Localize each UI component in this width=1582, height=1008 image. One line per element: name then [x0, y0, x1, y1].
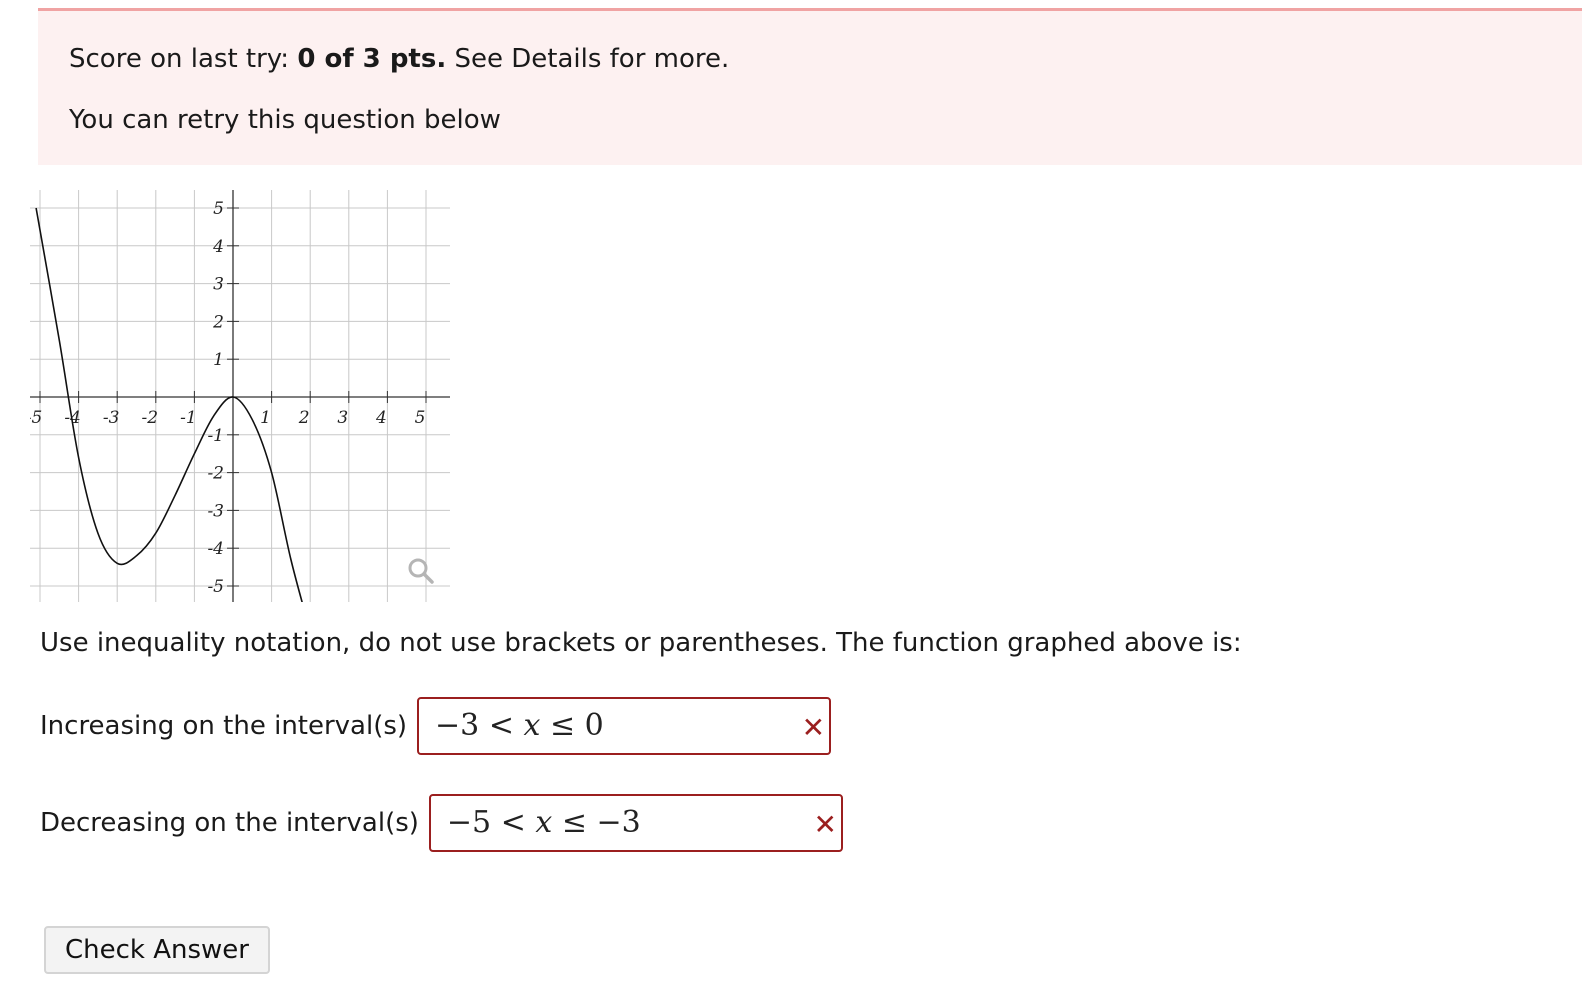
increasing-op1: <: [479, 708, 524, 743]
x-tick-label: -5: [30, 408, 42, 428]
y-tick-label: -2: [207, 464, 224, 484]
decreasing-lower: −5: [446, 805, 492, 840]
x-tick-label: 1: [260, 408, 271, 428]
increasing-answer-field[interactable]: −3 < x ≤ 0 ✕: [417, 697, 832, 755]
y-tick-label: 1: [213, 350, 224, 370]
decreasing-answer-value: −5 < x ≤ −3: [447, 805, 641, 840]
x-tick-label: 3: [337, 408, 348, 428]
decreasing-var: x: [535, 805, 553, 840]
x-tick-label: -2: [142, 408, 159, 428]
decreasing-row: Decreasing on the interval(s) −5 < x ≤ −…: [40, 794, 843, 852]
y-tick-label: -4: [207, 539, 224, 559]
graph-canvas: -5-4-3-2-11234554321-1-2-3-4-5: [30, 190, 450, 602]
decreasing-answer-field[interactable]: −5 < x ≤ −3 ✕: [428, 794, 843, 852]
score-suffix: See Details for more.: [446, 44, 730, 74]
x-tick-label: -3: [103, 408, 120, 428]
decreasing-op2: ≤: [552, 805, 597, 840]
x-tick-label: 2: [298, 408, 310, 428]
retry-message: You can retry this question below: [69, 105, 501, 135]
increasing-lower: −3: [435, 708, 480, 743]
increasing-var: x: [523, 708, 541, 743]
incorrect-icon: ✕: [813, 808, 837, 841]
incorrect-icon: ✕: [801, 711, 826, 744]
function-curve: [35, 207, 303, 602]
x-tick-label: 4: [375, 408, 387, 428]
increasing-answer-value: −3 < x ≤ 0: [435, 708, 604, 743]
y-tick-label: 3: [213, 275, 224, 295]
increasing-row: Increasing on the interval(s) −3 < x ≤ 0…: [40, 697, 832, 755]
y-tick-label: -5: [207, 577, 224, 597]
y-tick-label: -1: [207, 426, 224, 446]
instructions-text: Use inequality notation, do not use brac…: [40, 628, 1242, 658]
increasing-label: Increasing on the interval(s): [40, 711, 408, 741]
score-prefix: Score on last try:: [69, 44, 298, 74]
y-tick-label: 5: [213, 199, 224, 219]
increasing-upper: 0: [584, 708, 604, 743]
score-line: Score on last try: 0 of 3 pts. See Detai…: [69, 44, 729, 74]
decreasing-label: Decreasing on the interval(s): [40, 808, 419, 838]
function-graph: -5-4-3-2-11234554321-1-2-3-4-5: [30, 190, 450, 602]
y-tick-label: 4: [212, 237, 224, 257]
check-answer-button[interactable]: Check Answer: [44, 926, 270, 974]
x-tick-label: 5: [415, 408, 426, 428]
decreasing-op1: <: [491, 805, 536, 840]
magnifier-icon[interactable]: [408, 558, 434, 584]
y-tick-label: 2: [212, 312, 224, 332]
score-banner: Score on last try: 0 of 3 pts. See Detai…: [38, 8, 1582, 165]
increasing-op2: ≤: [540, 708, 585, 743]
decreasing-upper: −3: [596, 805, 641, 840]
score-value: 0 of 3 pts.: [297, 44, 447, 74]
y-tick-label: -3: [207, 501, 224, 521]
x-tick-label: -1: [180, 408, 197, 428]
